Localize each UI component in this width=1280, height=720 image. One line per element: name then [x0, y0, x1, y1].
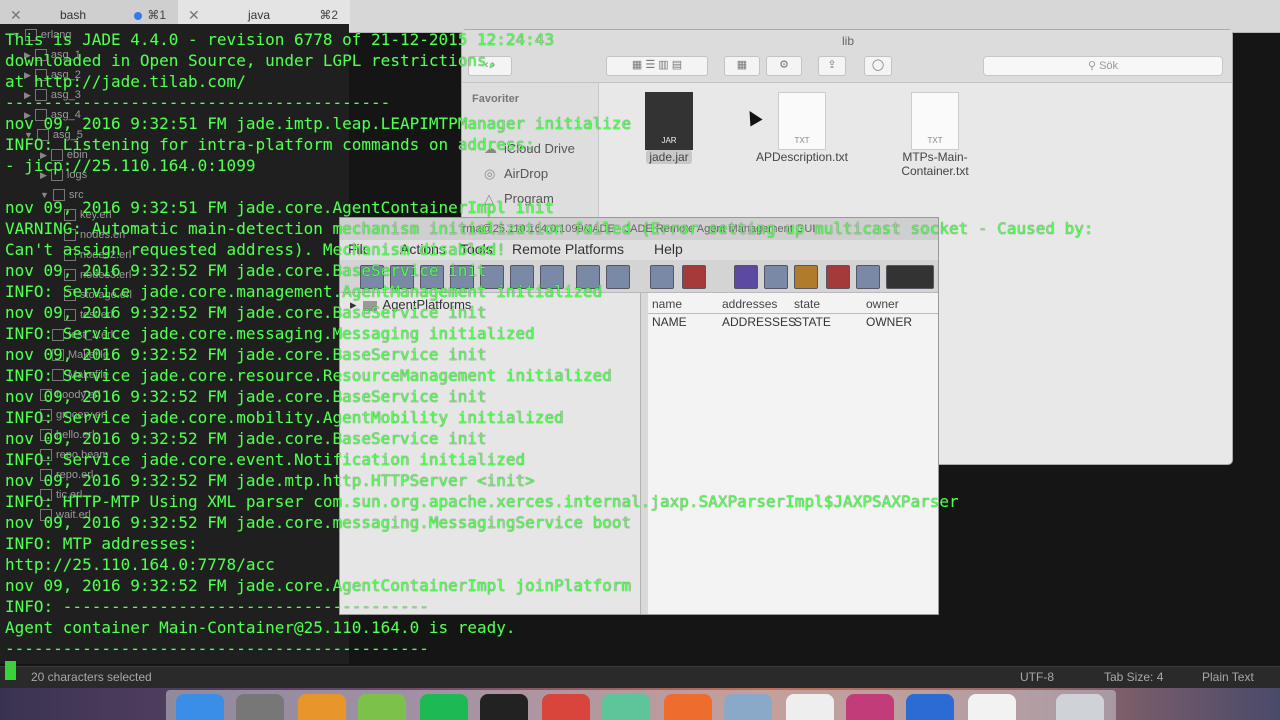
android-studio-icon[interactable] — [358, 694, 406, 720]
terminal-line: INFO: ----------------------------------… — [5, 597, 429, 616]
terminal-line: INFO: Service jade.core.messaging.Messag… — [5, 324, 535, 343]
terminal-line: nov 09, 2016 9:32:52 FM jade.core.BaseSe… — [5, 345, 487, 364]
editor-status-bar: 20 characters selected UTF-8 Tab Size: 4… — [0, 666, 1280, 688]
postman-icon[interactable] — [664, 694, 712, 720]
file-name: jade.jar — [646, 150, 692, 164]
kill-icon[interactable] — [682, 265, 706, 289]
column-header[interactable]: addresses — [722, 297, 777, 311]
table-cell: ADDRESSES — [722, 315, 797, 329]
file-mtps-main-container[interactable]: TXT MTPs-Main-Container.txt — [880, 92, 990, 178]
terminal-line: - jicp://25.110.164.0:1099 — [5, 156, 256, 175]
airdrop-icon: ◎ — [484, 166, 496, 181]
sublime-text-icon[interactable] — [298, 694, 346, 720]
finder-search-input[interactable]: ⚲ Sök — [983, 56, 1223, 76]
header-divider — [648, 313, 938, 314]
safari-icon[interactable] — [906, 694, 954, 720]
encoding-status[interactable]: UTF-8 — [1020, 670, 1054, 684]
sniffer-icon[interactable] — [794, 265, 818, 289]
terminal-line: nov 09, 2016 9:32:52 FM jade.core.messag… — [5, 513, 632, 532]
tab-size-status[interactable]: Tab Size: 4 — [1104, 670, 1163, 684]
tag-icon[interactable]: ◯ — [864, 56, 892, 76]
trash-icon[interactable] — [1056, 694, 1104, 720]
terminal-line: INFO: Service jade.core.mobility.AgentMo… — [5, 408, 564, 427]
textedit-icon[interactable] — [786, 694, 834, 720]
terminal-line: at http://jade.tilab.com/ — [5, 72, 246, 91]
search-icon: ⚲ — [1087, 60, 1100, 72]
column-header[interactable]: name — [652, 297, 682, 311]
terminal-line: This is JADE 4.4.0 - revision 6778 of 21… — [5, 30, 555, 49]
java-icon[interactable] — [968, 694, 1016, 720]
terminal-line: nov 09, 2016 9:32:52 FM jade.core.BaseSe… — [5, 387, 487, 406]
introspector-icon[interactable] — [826, 265, 850, 289]
finder-title: lib — [842, 34, 855, 48]
dummy-agent-icon[interactable] — [734, 265, 758, 289]
atom-icon[interactable] — [602, 694, 650, 720]
file-apdescription[interactable]: TXT APDescription.txt — [747, 92, 857, 164]
column-header[interactable]: state — [794, 297, 820, 311]
terminal-line: nov 09, 2016 9:32:51 FM jade.core.AgentC… — [5, 198, 555, 217]
terminal-line: INFO: Service jade.core.resource.Resourc… — [5, 366, 612, 385]
terminal-line: Agent container Main-Container@25.110.16… — [5, 618, 516, 637]
modified-dot-icon — [134, 12, 142, 20]
terminal-line: nov 09, 2016 9:32:52 FM jade.core.BaseSe… — [5, 303, 487, 322]
chrome-icon[interactable] — [542, 694, 590, 720]
terminal-line: ----------------------------------------… — [5, 639, 429, 658]
syntax-status[interactable]: Plain Text — [1202, 670, 1254, 684]
terminal-line: ---------------------------------------- — [5, 93, 391, 112]
terminal-line: INFO: HTTP-MTP Using XML parser com.sun.… — [5, 492, 959, 511]
system-preferences-icon[interactable] — [236, 694, 284, 720]
terminal-line: VARNING: Automatic main-detection mechan… — [5, 219, 1094, 238]
action-gear-icon[interactable]: ⚙ — [766, 56, 802, 76]
intellij-icon[interactable] — [846, 694, 894, 720]
preview-icon[interactable] — [724, 694, 772, 720]
agent-table: name addresses state owner NAME ADDRESSE… — [648, 293, 938, 614]
file-name: MTPs-Main-Container.txt — [901, 150, 969, 178]
table-cell: OWNER — [866, 315, 912, 329]
terminal-line: downloaded in Open Source, under LGPL re… — [5, 51, 497, 70]
table-cell: STATE — [794, 315, 831, 329]
text-file-icon: TXT — [911, 92, 959, 150]
terminal-line: INFO: Listening for intra-platform comma… — [5, 135, 535, 154]
terminal-icon[interactable] — [480, 694, 528, 720]
share-icon[interactable]: ⇪ — [818, 56, 846, 76]
column-header[interactable]: owner — [866, 297, 899, 311]
terminal-line: nov 09, 2016 9:32:51 FM jade.imtp.leap.L… — [5, 114, 632, 133]
terminal-line: nov 09, 2016 9:32:52 FM jade.core.BaseSe… — [5, 429, 487, 448]
sidebar-item-airdrop[interactable]: ◎ AirDrop — [484, 166, 548, 182]
spotify-icon[interactable] — [420, 694, 468, 720]
selection-status: 20 characters selected — [31, 670, 152, 684]
jade-logo-icon — [886, 265, 934, 289]
finder-toolbar: lib ‹ › ▦ ☰ ▥ ▤ ▦ ⚙ ⇪ ◯ ⚲ Sök — [462, 30, 1232, 83]
table-cell: NAME — [652, 315, 687, 329]
terminal-line: nov 09, 2016 9:32:52 FM jade.mtp.http.HT… — [5, 471, 535, 490]
log-manager-icon[interactable] — [856, 265, 880, 289]
favorites-header: Favoriter — [472, 93, 520, 105]
file-name: APDescription.txt — [755, 150, 849, 164]
text-file-icon: TXT — [778, 92, 826, 150]
add-platform-icon[interactable] — [650, 265, 674, 289]
menu-remote-platforms[interactable]: Remote Platforms — [512, 241, 624, 257]
terminal-line: nov 09, 2016 9:32:52 FM jade.core.AgentC… — [5, 576, 632, 595]
finder-icon[interactable] — [176, 694, 224, 720]
terminal-line: http://25.110.164.0:7778/acc — [5, 555, 275, 574]
terminal-line: Can't assign requested address). Mechani… — [5, 240, 506, 259]
terminal-cursor — [5, 661, 16, 680]
terminal-line: nov 09, 2016 9:32:52 FM jade.core.BaseSe… — [5, 261, 487, 280]
terminal-line: INFO: Service jade.core.event.Notificati… — [5, 450, 526, 469]
terminal-line: INFO: Service jade.core.management.Agent… — [5, 282, 603, 301]
arrange-button[interactable]: ▦ — [724, 56, 760, 76]
terminal-line: INFO: MTP addresses: — [5, 534, 198, 553]
menu-help[interactable]: Help — [654, 241, 683, 257]
jar-file-icon: JAR — [645, 92, 693, 150]
freeze-agent-icon[interactable] — [606, 265, 630, 289]
view-mode-buttons[interactable]: ▦ ☰ ▥ ▤ — [606, 56, 708, 76]
directory-facilitator-icon[interactable] — [764, 265, 788, 289]
